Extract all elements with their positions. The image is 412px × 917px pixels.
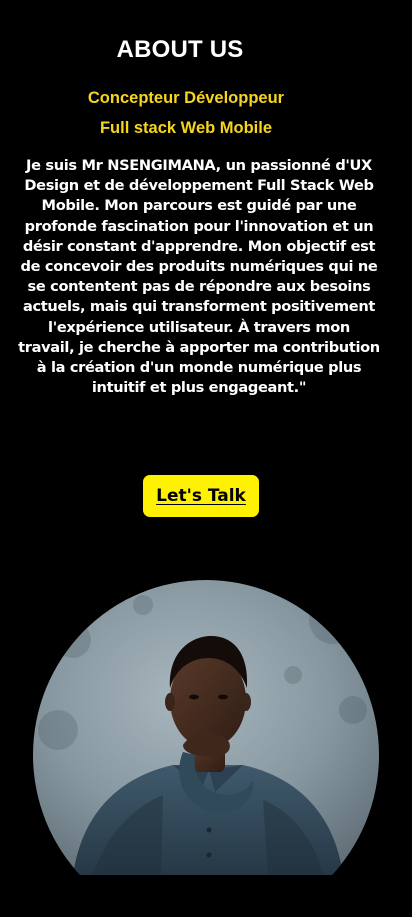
- role-line-1: Concepteur Développeur: [87, 89, 285, 107]
- role-line-2: Full stack Web Mobile: [99, 119, 273, 137]
- about-section: ABOUT US Concepteur Développeur Full sta…: [0, 0, 412, 917]
- section-title: ABOUT US: [116, 36, 244, 63]
- bio-paragraph: Je suis Mr NSENGIMANA, un passionné d'UX…: [18, 157, 380, 397]
- lets-talk-button[interactable]: Let's Talk: [143, 475, 259, 517]
- profile-photo: [33, 580, 379, 875]
